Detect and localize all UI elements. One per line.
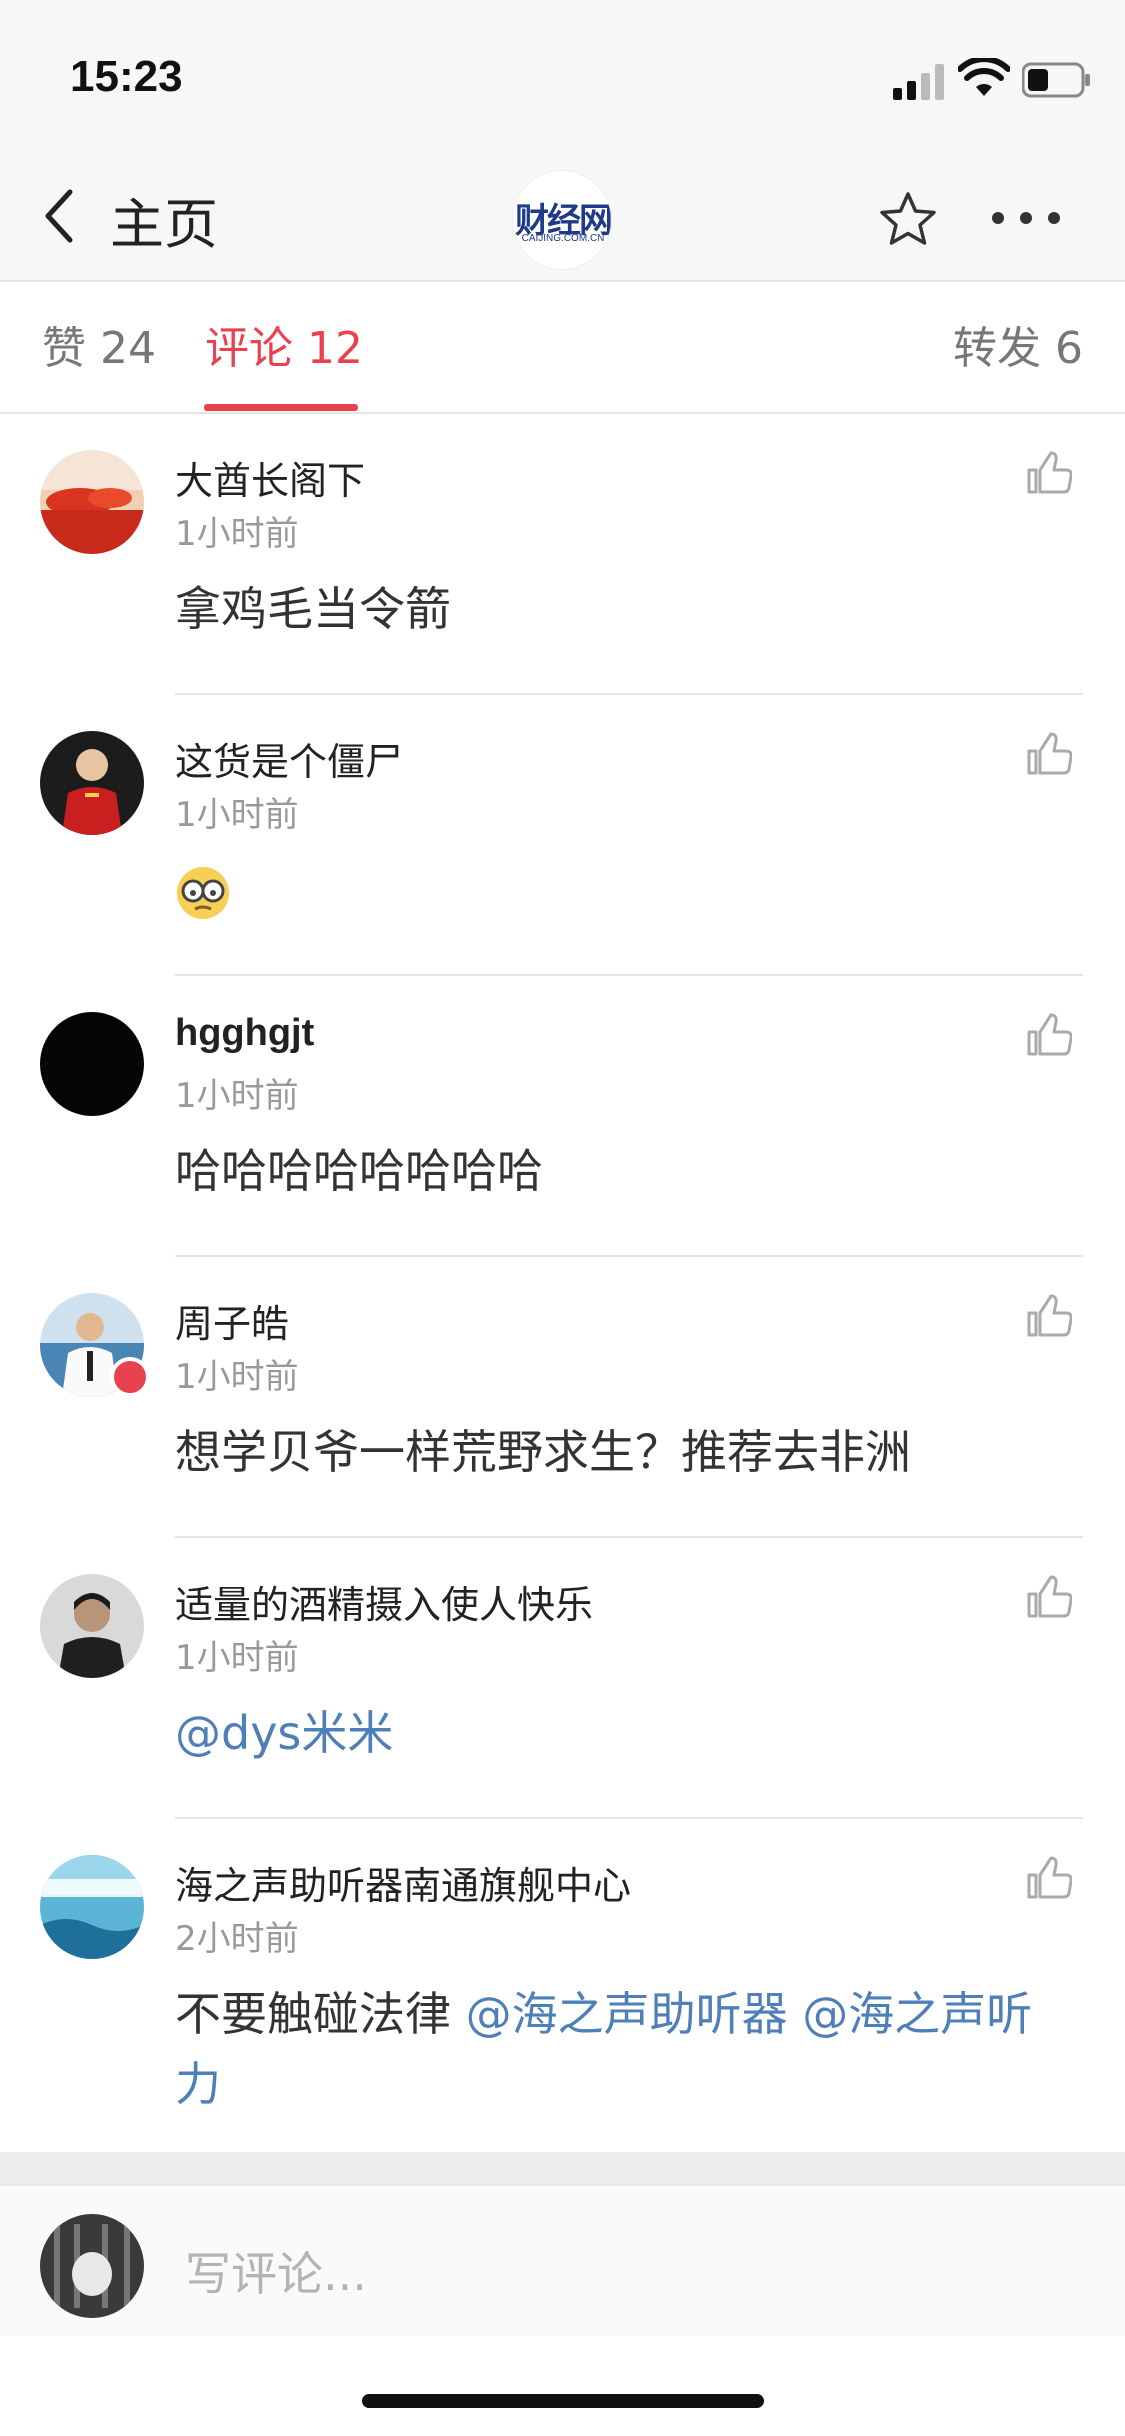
avatar[interactable] (40, 731, 144, 835)
bottom-safe-area (0, 2336, 1125, 2436)
back-label[interactable]: 主页 (110, 180, 218, 259)
comment-time: 1小时前 (175, 795, 299, 835)
mention-link[interactable]: @海之声助听器 (466, 1987, 788, 2041)
more-options-icon[interactable] (990, 208, 1062, 228)
comment-time: 1小时前 (175, 514, 299, 554)
favorite-star-icon[interactable] (878, 190, 938, 248)
status-time: 15:23 (70, 52, 183, 101)
comment-input[interactable]: 写评论... (185, 2238, 367, 2304)
avatar[interactable] (40, 1855, 144, 1959)
comment-item: 海之声助听器南通旗舰中心 2小时前 不要触碰法律 @海之声助听器 @海之声听力 (0, 1819, 1125, 2140)
avatar[interactable] (40, 1012, 144, 1116)
thumbs-up-icon[interactable] (1026, 1574, 1072, 1620)
comment-time: 1小时前 (175, 1638, 299, 1678)
wifi-icon (958, 58, 1010, 96)
comment-author[interactable]: 周子皓 (175, 1293, 289, 1348)
section-gap (0, 2152, 1125, 2186)
comment-item: 周子皓 1小时前 想学贝爷一样荒野求生？推荐去非洲 (0, 1257, 1125, 1538)
mention-link[interactable]: @dys米米 (175, 1706, 393, 1760)
tab-comments[interactable]: 评论 12 (205, 312, 363, 376)
thumbs-up-icon[interactable] (1026, 450, 1072, 496)
comment-text: 拿鸡毛当令箭 (175, 582, 451, 636)
comment-text: 哈哈哈哈哈哈哈哈 (175, 1144, 543, 1198)
verified-badge (110, 1357, 150, 1397)
status-bar: 15:23 (0, 0, 1125, 150)
cellular-signal-icon (893, 64, 944, 100)
glasses-emoji-icon (177, 867, 229, 919)
thumbs-up-icon[interactable] (1026, 1012, 1072, 1058)
my-avatar (40, 2214, 144, 2318)
comment-time: 2小时前 (175, 1919, 299, 1959)
thumbs-up-icon[interactable] (1026, 731, 1072, 777)
thumbs-up-icon[interactable] (1026, 1293, 1072, 1339)
comment-author[interactable]: 适量的酒精摄入使人快乐 (175, 1574, 593, 1629)
avatar[interactable] (40, 450, 144, 554)
comment-item: 大酋长阁下 1小时前 拿鸡毛当令箭 (0, 414, 1125, 695)
comment-text: @dys米米 (175, 1698, 1075, 1768)
back-chevron-icon[interactable] (40, 188, 80, 244)
logo-subtext: CAIJING.COM.CN (521, 233, 605, 244)
comment-item: 适量的酒精摄入使人快乐 1小时前 @dys米米 (0, 1538, 1125, 1819)
comment-author[interactable]: hgghgjt (175, 1012, 314, 1055)
avatar[interactable] (40, 1574, 144, 1678)
nav-bar: 主页 财经网 CAIJING.COM.CN (0, 150, 1125, 282)
comment-text: 想学贝爷一样荒野求生？推荐去非洲 (175, 1425, 911, 1479)
comment-item: hgghgjt 1小时前 哈哈哈哈哈哈哈哈 (0, 976, 1125, 1257)
comment-author[interactable]: 这货是个僵尸 (175, 731, 403, 786)
active-tab-indicator (204, 404, 358, 411)
interaction-tabs: 赞 24 评论 12 转发 6 (0, 282, 1125, 414)
comment-text-plain: 不要触碰法律 (175, 1987, 466, 2041)
comment-item: 这货是个僵尸 1小时前 (0, 695, 1125, 976)
tab-reposts[interactable]: 转发 6 (953, 312, 1083, 376)
comment-time: 1小时前 (175, 1076, 299, 1116)
home-indicator[interactable] (362, 2394, 764, 2408)
comment-list: 大酋长阁下 1小时前 拿鸡毛当令箭 这货是个僵尸 1小时前 hgghgjt 1小… (0, 414, 1125, 2140)
comment-time: 1小时前 (175, 1357, 299, 1397)
comment-author[interactable]: 海之声助听器南通旗舰中心 (175, 1855, 631, 1910)
comment-text: 不要触碰法律 @海之声助听器 @海之声听力 (175, 1979, 1075, 2119)
comment-composer[interactable]: 写评论... (0, 2186, 1125, 2336)
tab-likes[interactable]: 赞 24 (42, 312, 156, 376)
comment-author[interactable]: 大酋长阁下 (175, 450, 365, 505)
account-logo[interactable]: 财经网 CAIJING.COM.CN (512, 170, 612, 270)
thumbs-up-icon[interactable] (1026, 1855, 1072, 1901)
battery-icon (1022, 62, 1090, 98)
